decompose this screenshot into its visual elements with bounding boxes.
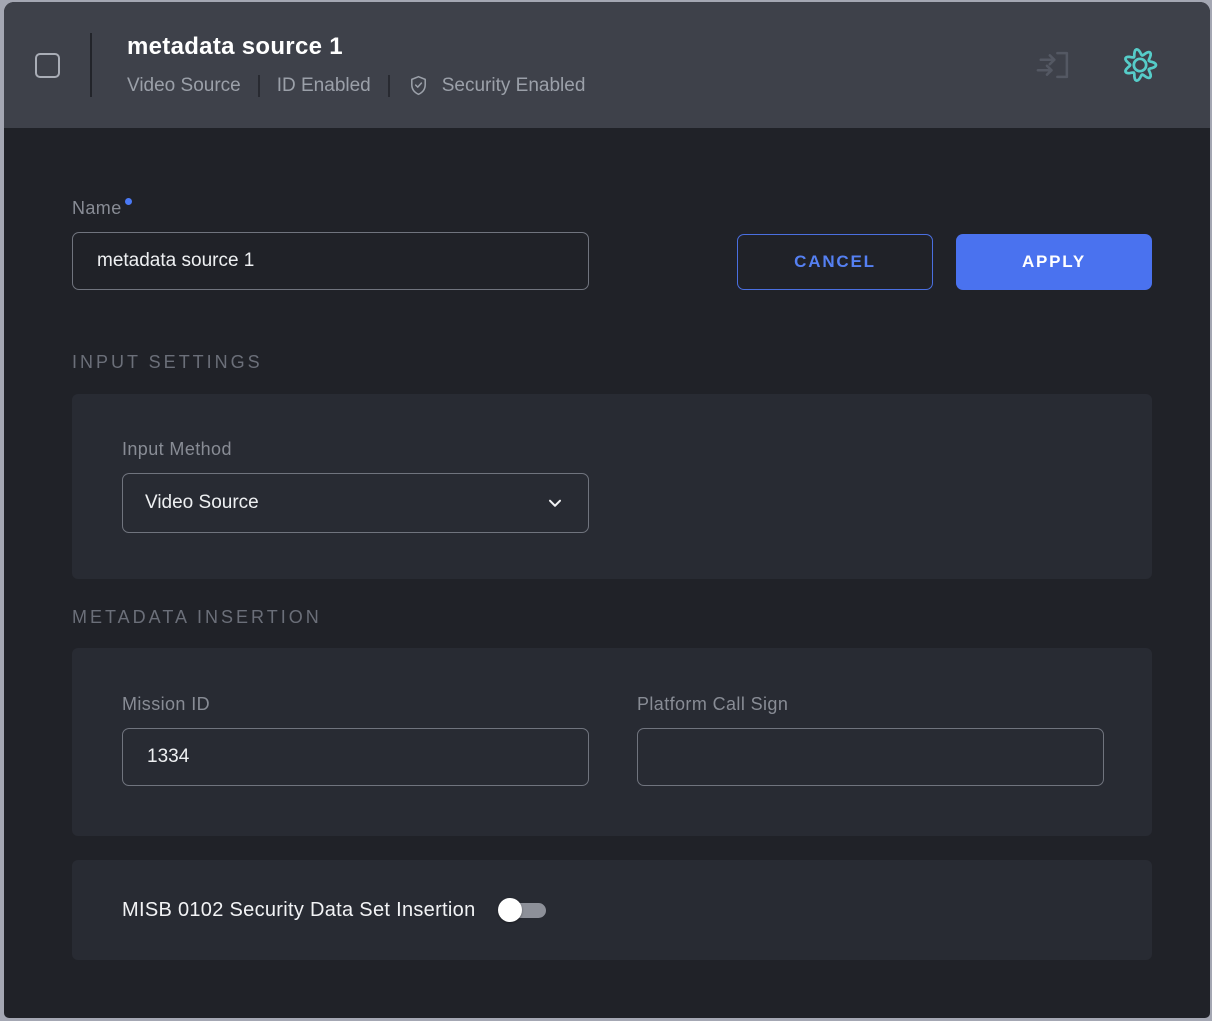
page-title: metadata source 1 (127, 33, 585, 61)
badge-separator (258, 75, 260, 97)
mission-id-input[interactable] (122, 728, 589, 786)
panel-body: Name CANCEL APPLY INPUT SETTINGS Input M… (4, 128, 1210, 960)
header-actions (1036, 45, 1160, 85)
badge-security-enabled: Security Enabled (442, 75, 586, 97)
name-row: CANCEL APPLY (72, 219, 1152, 290)
badge-separator (388, 75, 390, 97)
platform-call-sign-label: Platform Call Sign (637, 694, 1104, 715)
shield-check-icon (407, 74, 430, 97)
mission-id-label: Mission ID (122, 694, 589, 715)
badge-video-source: Video Source (127, 75, 241, 97)
cancel-button[interactable]: CANCEL (737, 234, 933, 290)
name-input[interactable] (72, 232, 589, 290)
metadata-source-panel: metadata source 1 Video Source ID Enable… (4, 2, 1210, 1018)
status-badges: Video Source ID Enabled Security Enabled (127, 74, 585, 97)
name-label: Name (72, 198, 122, 218)
apply-button[interactable]: APPLY (956, 234, 1152, 290)
name-field-label-row: Name (72, 198, 1152, 219)
title-block: metadata source 1 Video Source ID Enable… (127, 33, 585, 97)
platform-call-sign-field: Platform Call Sign (637, 694, 1104, 836)
toggle-knob (498, 898, 522, 922)
misb-toggle[interactable] (498, 897, 546, 923)
mission-id-field: Mission ID (122, 694, 589, 836)
input-method-value: Video Source (145, 492, 259, 514)
input-method-select[interactable]: Video Source (122, 473, 589, 533)
panel-header: metadata source 1 Video Source ID Enable… (4, 2, 1210, 128)
metadata-insertion-card: Mission ID Platform Call Sign (72, 648, 1152, 836)
input-method-label: Input Method (122, 439, 1152, 460)
gear-icon[interactable] (1120, 45, 1160, 85)
import-icon[interactable] (1036, 46, 1074, 84)
chevron-down-icon (544, 492, 566, 514)
misb-card: MISB 0102 Security Data Set Insertion (72, 860, 1152, 960)
select-checkbox[interactable] (35, 53, 60, 78)
metadata-insertion-heading: METADATA INSERTION (72, 607, 1152, 628)
misb-toggle-label: MISB 0102 Security Data Set Insertion (122, 899, 476, 922)
required-dot (125, 198, 132, 205)
badge-id-enabled: ID Enabled (277, 75, 371, 97)
form-buttons: CANCEL APPLY (737, 234, 1152, 290)
input-settings-card: Input Method Video Source (72, 394, 1152, 579)
header-divider (90, 33, 92, 97)
platform-call-sign-input[interactable] (637, 728, 1104, 786)
input-settings-heading: INPUT SETTINGS (72, 352, 1152, 373)
